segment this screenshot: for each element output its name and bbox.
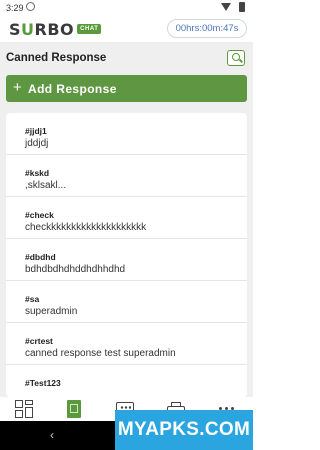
wifi-icon [221, 3, 231, 11]
list-item[interactable]: #kskd ,sklsakl... [6, 155, 247, 197]
canned-response-list: #jjdj1 jddjdj #kskd ,sklsakl... #check c… [6, 113, 247, 397]
response-shortcut: #crtest [25, 336, 53, 346]
response-shortcut: #check [25, 210, 54, 220]
status-bar: 3:29 [0, 0, 253, 16]
response-text: canned response test superadmin [25, 348, 176, 359]
response-shortcut: #jjdj1 [25, 126, 47, 136]
list-item[interactable]: #jjdj1 jddjdj [6, 113, 247, 155]
status-time: 3:29 [6, 3, 24, 13]
battery-icon [239, 2, 245, 12]
list-item[interactable]: #sa superadmin [6, 281, 247, 323]
response-shortcut: #sa [25, 294, 40, 304]
plus-icon: + [13, 79, 23, 96]
app-header: SURBO CHAT 00hrs:00m:47s [0, 16, 253, 42]
page-title: Canned Response [6, 52, 107, 64]
add-response-button[interactable]: + Add Response [6, 75, 247, 102]
canned-response-icon[interactable] [63, 399, 85, 419]
surbo-chat-logo: SURBO CHAT [9, 19, 102, 39]
response-shortcut: #kskd [25, 168, 50, 178]
response-text: superadmin [25, 306, 78, 317]
list-item[interactable]: #dbdhd bdhdbdhdhddhdhhdhd [6, 239, 247, 281]
system-back-button[interactable]: ‹ [50, 428, 54, 442]
session-timer: 00hrs:00m:47s [167, 19, 247, 38]
search-button[interactable] [227, 50, 245, 66]
dashboard-icon[interactable] [14, 399, 36, 419]
add-response-label: Add Response [28, 82, 117, 96]
main-content: Canned Response + Add Response #jjdj1 jd… [0, 42, 253, 397]
response-text: checkkkkkkkkkkkkkkkkkkkk [25, 222, 147, 233]
response-text: jddjdj [25, 138, 49, 149]
response-text: bdhdbdhdhddhdhhdhd [25, 264, 126, 275]
list-item[interactable]: #Test123 [6, 365, 247, 397]
logo-chat-badge: CHAT [77, 24, 102, 34]
response-shortcut: #dbdhd [25, 252, 56, 262]
google-notification-icon [26, 2, 35, 11]
watermark: MYAPKS.COM [115, 410, 253, 450]
list-item[interactable]: #crtest canned response test superadmin [6, 323, 247, 365]
logo-text: SURBO [9, 19, 75, 39]
response-text: ,sklsakl... [25, 180, 67, 191]
list-item[interactable]: #check checkkkkkkkkkkkkkkkkkkkk [6, 197, 247, 239]
response-shortcut: #Test123 [25, 378, 61, 388]
